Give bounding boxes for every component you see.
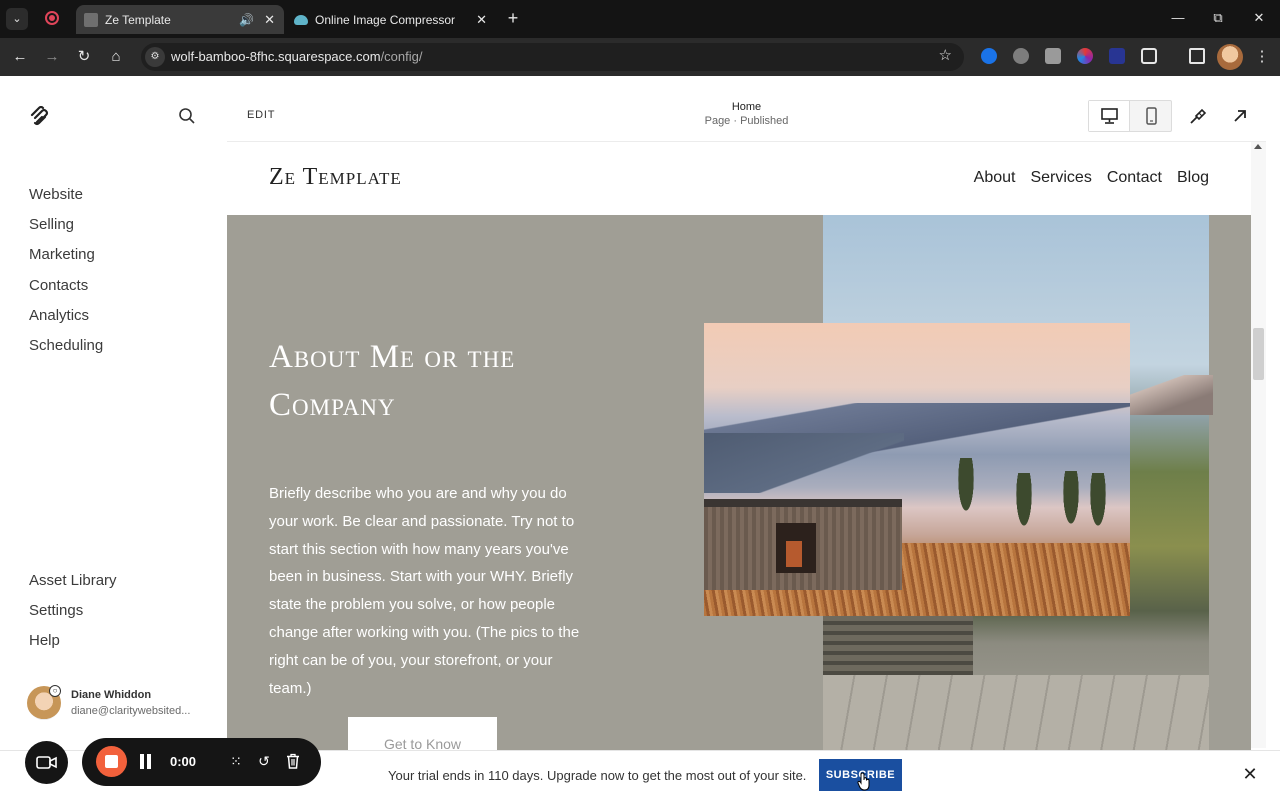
new-tab-button[interactable]: + [502, 7, 524, 29]
recording-timer: 0:00 [170, 754, 197, 769]
device-view-toggle [1088, 100, 1172, 132]
compressor-favicon-icon [294, 14, 308, 25]
tab-title: Ze Template [105, 12, 171, 27]
photo-mountain-detail [1123, 375, 1213, 415]
site-nav-blog[interactable]: Blog [1177, 169, 1209, 187]
site-styles-brush-icon[interactable] [1188, 106, 1208, 126]
photo-stone-wall [823, 615, 973, 675]
photo-tree [1059, 471, 1083, 541]
user-name: Diane Whiddon [71, 689, 152, 701]
site-nav-about[interactable]: About [974, 169, 1016, 187]
site-nav-services[interactable]: Services [1030, 169, 1091, 187]
sidebar-item-scheduling[interactable]: Scheduling [29, 334, 103, 364]
close-window-button[interactable]: ✕ [1239, 0, 1279, 36]
tab-close-icon[interactable]: ✕ [264, 12, 275, 28]
extension-grammarly-icon[interactable] [1013, 48, 1029, 64]
audio-playing-icon[interactable]: 🔊 [239, 13, 254, 27]
photo-hill [704, 433, 904, 493]
about-body-text: Briefly describe who you are and why you… [269, 485, 580, 697]
site-nav: About Services Contact Blog [974, 169, 1209, 187]
tab-close-icon[interactable]: ✕ [476, 12, 487, 28]
desktop-view-button[interactable] [1089, 101, 1130, 131]
url-text[interactable]: wolf-bamboo-8fhc.squarespace.com/config/ [171, 49, 422, 64]
tab-title: Online Image Compressor [315, 12, 456, 27]
sidebar-item-website[interactable]: Website [29, 183, 103, 213]
home-button[interactable]: ⌂ [104, 45, 128, 69]
squarespace-logo-icon[interactable] [29, 106, 51, 126]
cabin-photo-front [704, 323, 1130, 616]
minimize-window-button[interactable]: — [1158, 0, 1198, 36]
photo-tree [1012, 473, 1036, 543]
photo-tree [954, 458, 978, 528]
grid-icon[interactable]: ⁙ [227, 752, 245, 770]
get-to-know-button[interactable]: Get to Know [348, 717, 497, 750]
editor-header: EDIT Home Page · Published [227, 92, 1266, 142]
photo-tree [1086, 473, 1110, 543]
camera-icon [36, 756, 57, 769]
bookmark-star-icon[interactable]: ☆ [939, 46, 952, 64]
site-settings-icon[interactable]: ⚙ [145, 47, 165, 67]
user-email: diane@claritywebsited... [71, 705, 191, 717]
browser-menu-icon[interactable]: ⋮ [1250, 45, 1274, 69]
restart-recording-icon[interactable]: ↺ [255, 752, 273, 770]
open-site-arrow-icon[interactable] [1230, 106, 1250, 126]
stop-recording-button[interactable] [96, 746, 127, 777]
hand-cursor-icon [857, 772, 870, 791]
site-title[interactable]: Ze Template [269, 164, 402, 191]
site-header: Ze Template About Services Contact Blog [227, 142, 1251, 215]
extension-check-icon[interactable] [1109, 48, 1125, 64]
sidebar-item-asset-library[interactable]: Asset Library [29, 569, 117, 599]
scroll-up-icon[interactable] [1254, 144, 1262, 149]
sidebar-main-nav: Website Selling Marketing Contacts Analy… [29, 183, 103, 364]
sidebar-bottom-nav: Asset Library Settings Help [29, 569, 117, 660]
browser-tab-bar: ⌄ Ze Template 🔊 ✕ Online Image Compresso… [0, 0, 1280, 38]
trial-message: Your trial ends in 110 days. Upgrade now… [388, 768, 807, 783]
squarespace-favicon-icon [84, 12, 98, 27]
search-icon[interactable] [178, 107, 196, 125]
extension-camera-icon[interactable] [1045, 48, 1061, 64]
photo-cabin-door [776, 523, 816, 573]
recorder-camera-button[interactable] [25, 741, 68, 784]
profile-avatar[interactable] [1217, 44, 1243, 70]
about-section[interactable]: About Me or the Company Briefly describe… [227, 215, 1251, 750]
sidebar-item-marketing[interactable]: Marketing [29, 243, 103, 273]
about-heading: About Me or the Company [269, 339, 516, 423]
browser-toolbar: ← → ↻ ⌂ ⚙ wolf-bamboo-8fhc.squarespace.c… [0, 38, 1280, 76]
url-path: /config/ [380, 49, 423, 64]
recording-indicator-icon [45, 11, 59, 25]
trash-icon [287, 753, 299, 769]
forward-button[interactable]: → [40, 45, 64, 69]
desktop-icon [1101, 108, 1118, 124]
extension-colorful-icon[interactable] [1077, 48, 1093, 64]
sidebar-item-selling[interactable]: Selling [29, 213, 103, 243]
sidebar-item-analytics[interactable]: Analytics [29, 304, 103, 334]
extensions-puzzle-icon[interactable] [1141, 48, 1157, 64]
photo-stone-path [823, 675, 1209, 750]
scrollbar-thumb[interactable] [1253, 328, 1264, 380]
restore-window-button[interactable]: ⧉ [1198, 0, 1238, 36]
sidebar-item-settings[interactable]: Settings [29, 599, 117, 629]
side-panel-icon[interactable] [1189, 48, 1205, 64]
close-banner-icon[interactable]: ✕ [1241, 765, 1259, 783]
sidebar-item-contacts[interactable]: Contacts [29, 274, 103, 304]
extension-blue-icon[interactable] [981, 48, 997, 64]
pause-recording-button[interactable] [139, 754, 152, 769]
delete-recording-icon[interactable] [284, 752, 302, 770]
sidebar-item-help[interactable]: Help [29, 629, 117, 659]
preview-scrollbar[interactable] [1251, 142, 1266, 748]
mobile-view-button[interactable] [1131, 101, 1172, 131]
tab-search-button[interactable]: ⌄ [6, 8, 28, 30]
squarespace-badge-icon: ○ [49, 685, 61, 697]
reload-button[interactable]: ↻ [72, 45, 96, 69]
address-bar[interactable]: ⚙ wolf-bamboo-8fhc.squarespace.com/confi… [141, 43, 964, 71]
recorder-controls: 0:00 ⁙ ↺ [82, 738, 321, 786]
url-host: wolf-bamboo-8fhc.squarespace.com [171, 49, 381, 64]
site-nav-contact[interactable]: Contact [1107, 169, 1162, 187]
tab-online-image-compressor[interactable]: Online Image Compressor ✕ [286, 5, 496, 34]
mobile-icon [1146, 107, 1157, 125]
tab-ze-template[interactable]: Ze Template 🔊 ✕ [76, 5, 284, 34]
back-button[interactable]: ← [8, 45, 32, 69]
